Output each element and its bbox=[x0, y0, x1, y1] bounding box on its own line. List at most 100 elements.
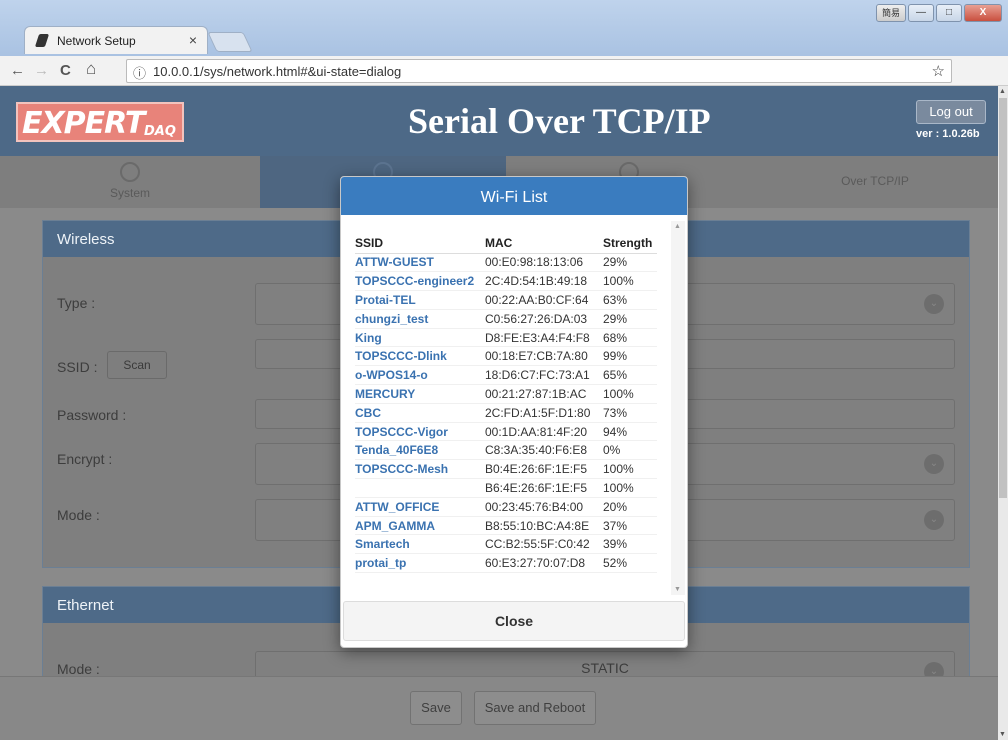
scroll-up-icon[interactable]: ▲ bbox=[674, 223, 681, 230]
table-row[interactable]: CBC 2C:FD:A1:5F:D1:80 73% bbox=[355, 403, 657, 423]
cell-strength: 39% bbox=[603, 534, 657, 555]
scroll-down-icon[interactable]: ▼ bbox=[999, 731, 1006, 738]
table-row[interactable]: protai_tp 60:E3:27:70:07:D8 52% bbox=[355, 553, 657, 574]
table-row[interactable]: o-WPOS14-o 18:D6:C7:FC:73:A1 65% bbox=[355, 365, 657, 386]
cell-strength: 20% bbox=[603, 497, 657, 517]
tab-system[interactable]: System bbox=[0, 156, 260, 208]
cell-ssid: ATTW_OFFICE bbox=[355, 497, 485, 517]
tab-system-label: System bbox=[109, 186, 150, 200]
cell-strength: 52% bbox=[603, 553, 657, 574]
cell-ssid: TOPSCCC-Mesh bbox=[355, 459, 485, 480]
table-row[interactable]: MERCURY 00:21:27:87:1B:AC 100% bbox=[355, 384, 657, 404]
chevron-down-icon: ⌄ bbox=[924, 454, 944, 474]
column-header-ssid: SSID bbox=[355, 233, 485, 254]
save-button[interactable]: Save bbox=[410, 691, 462, 725]
cell-strength: 94% bbox=[603, 422, 657, 442]
reload-icon[interactable]: C bbox=[60, 62, 71, 79]
table-row[interactable]: TOPSCCC-engineer2 2C:4D:54:1B:49:18 100% bbox=[355, 271, 657, 292]
cell-strength: 100% bbox=[603, 459, 657, 480]
cell-strength: 37% bbox=[603, 516, 657, 536]
chevron-down-icon: ⌄ bbox=[924, 510, 944, 530]
table-row[interactable]: Smartech CC:B2:55:5F:C0:42 39% bbox=[355, 534, 657, 555]
tab-close-icon[interactable]: × bbox=[189, 32, 197, 48]
version-label: ver : 1.0.26b bbox=[916, 128, 980, 140]
cell-ssid: TOPSCCC-engineer2 bbox=[355, 271, 485, 292]
table-row[interactable]: B6:4E:26:6F:1E:F5 100% bbox=[355, 478, 657, 498]
close-button[interactable]: Close bbox=[343, 601, 685, 641]
cell-ssid: o-WPOS14-o bbox=[355, 365, 485, 386]
tab-title: Network Setup bbox=[57, 34, 136, 48]
ssid-label: SSID : bbox=[57, 359, 98, 375]
column-header-strength: Strength bbox=[603, 233, 657, 254]
cell-strength: 100% bbox=[603, 478, 657, 498]
browser-tab[interactable]: Network Setup × bbox=[24, 26, 208, 54]
cell-mac: C0:56:27:26:DA:03 bbox=[485, 309, 603, 329]
cell-ssid: protai_tp bbox=[355, 553, 485, 574]
new-tab-button[interactable] bbox=[207, 32, 253, 52]
table-row[interactable]: ATTW_OFFICE 00:23:45:76:B4:00 20% bbox=[355, 497, 657, 517]
scroll-down-icon[interactable]: ▼ bbox=[674, 586, 681, 593]
cell-mac: B8:55:10:BC:A4:8E bbox=[485, 516, 603, 536]
cell-mac: C8:3A:35:40:F6:E8 bbox=[485, 440, 603, 461]
cell-strength: 68% bbox=[603, 328, 657, 348]
home-icon[interactable]: ⌂ bbox=[86, 59, 96, 79]
table-row[interactable]: TOPSCCC-Vigor 00:1D:AA:81:4F:20 94% bbox=[355, 422, 657, 442]
cell-strength: 0% bbox=[603, 440, 657, 461]
cell-ssid: Smartech bbox=[355, 534, 485, 555]
cell-ssid: King bbox=[355, 328, 485, 348]
table-row[interactable]: King D8:FE:E3:A4:F4:F8 68% bbox=[355, 328, 657, 348]
minimize-button[interactable]: — bbox=[908, 4, 934, 22]
table-row[interactable]: TOPSCCC-Dlink 00:18:E7:CB:7A:80 99% bbox=[355, 346, 657, 367]
cell-ssid: CBC bbox=[355, 403, 485, 423]
table-row[interactable]: Tenda_40F6E8 C8:3A:35:40:F6:E8 0% bbox=[355, 440, 657, 461]
bookmark-star-icon[interactable]: ☆ bbox=[932, 62, 945, 80]
table-row[interactable]: Protai-TEL 00:22:AA:B0:CF:64 63% bbox=[355, 290, 657, 310]
window-titlebar: Network Setup × 簡易 — □ X bbox=[0, 0, 1008, 56]
table-row[interactable]: chungzi_test C0:56:27:26:DA:03 29% bbox=[355, 309, 657, 329]
ime-indicator[interactable]: 簡易 bbox=[876, 4, 906, 22]
back-arrow-icon[interactable]: ← bbox=[10, 62, 25, 79]
encrypt-label: Encrypt : bbox=[57, 451, 113, 467]
page-favicon-icon bbox=[34, 34, 50, 47]
cell-strength: 99% bbox=[603, 346, 657, 367]
cell-mac: 00:21:27:87:1B:AC bbox=[485, 384, 603, 404]
cell-mac: CC:B2:55:5F:C0:42 bbox=[485, 534, 603, 555]
save-and-reboot-button[interactable]: Save and Reboot bbox=[474, 691, 596, 725]
scrollbar-thumb[interactable] bbox=[999, 98, 1007, 498]
cell-strength: 100% bbox=[603, 384, 657, 404]
cell-mac: 00:1D:AA:81:4F:20 bbox=[485, 422, 603, 442]
cell-mac: D8:FE:E3:A4:F4:F8 bbox=[485, 328, 603, 348]
table-row[interactable]: TOPSCCC-Mesh B0:4E:26:6F:1E:F5 100% bbox=[355, 459, 657, 480]
tab-over-tcpip[interactable]: Over TCP/IP bbox=[752, 156, 998, 208]
cell-ssid: MERCURY bbox=[355, 384, 485, 404]
maximize-button[interactable]: □ bbox=[936, 4, 962, 22]
cell-ssid bbox=[355, 478, 485, 498]
cell-ssid: ATTW-GUEST bbox=[355, 253, 485, 273]
gear-icon bbox=[120, 162, 140, 182]
page-scrollbar[interactable]: ▲ ▼ bbox=[998, 86, 1008, 740]
wifi-list-scroll-area[interactable]: SSID MAC Strength ATTW-GUEST 00:E0:98:18:… bbox=[351, 221, 685, 599]
scan-button[interactable]: Scan bbox=[107, 351, 167, 379]
table-row[interactable]: ATTW-GUEST 00:E0:98:18:13:06 29% bbox=[355, 253, 657, 273]
forward-arrow-icon[interactable]: → bbox=[34, 62, 49, 79]
chevron-down-icon: ⌄ bbox=[924, 294, 944, 314]
wifi-list-dialog: Wi-Fi List SSID MAC Strength ATTW-GUEST 0… bbox=[340, 176, 688, 648]
logout-button[interactable]: Log out bbox=[916, 100, 986, 124]
cell-strength: 63% bbox=[603, 290, 657, 310]
dialog-scrollbar[interactable]: ▲ ▼ bbox=[671, 221, 685, 595]
app-title: Serial Over TCP/IP bbox=[408, 101, 711, 141]
table-row[interactable]: APM_GAMMA B8:55:10:BC:A4:8E 37% bbox=[355, 516, 657, 536]
site-info-icon[interactable]: ⓘ bbox=[133, 63, 146, 82]
window-controls: 簡易 — □ X bbox=[876, 4, 1002, 24]
app-header: EXPERT DAQ Serial Over TCP/IP Log out ve… bbox=[0, 86, 998, 156]
ethernet-mode-value: STATIC bbox=[581, 660, 629, 676]
scroll-up-icon[interactable]: ▲ bbox=[999, 88, 1006, 95]
cell-mac: 00:E0:98:18:13:06 bbox=[485, 253, 603, 273]
window-close-button[interactable]: X bbox=[964, 4, 1002, 22]
address-bar[interactable]: ⓘ 10.0.0.1/sys/network.html#&ui-state=di… bbox=[126, 59, 952, 83]
table-header-row: SSID MAC Strength bbox=[355, 233, 657, 254]
cell-ssid: Tenda_40F6E8 bbox=[355, 440, 485, 461]
type-label: Type : bbox=[57, 295, 96, 311]
url-text[interactable]: 10.0.0.1/sys/network.html#&ui-state=dial… bbox=[153, 64, 401, 79]
cell-ssid: TOPSCCC-Dlink bbox=[355, 346, 485, 367]
